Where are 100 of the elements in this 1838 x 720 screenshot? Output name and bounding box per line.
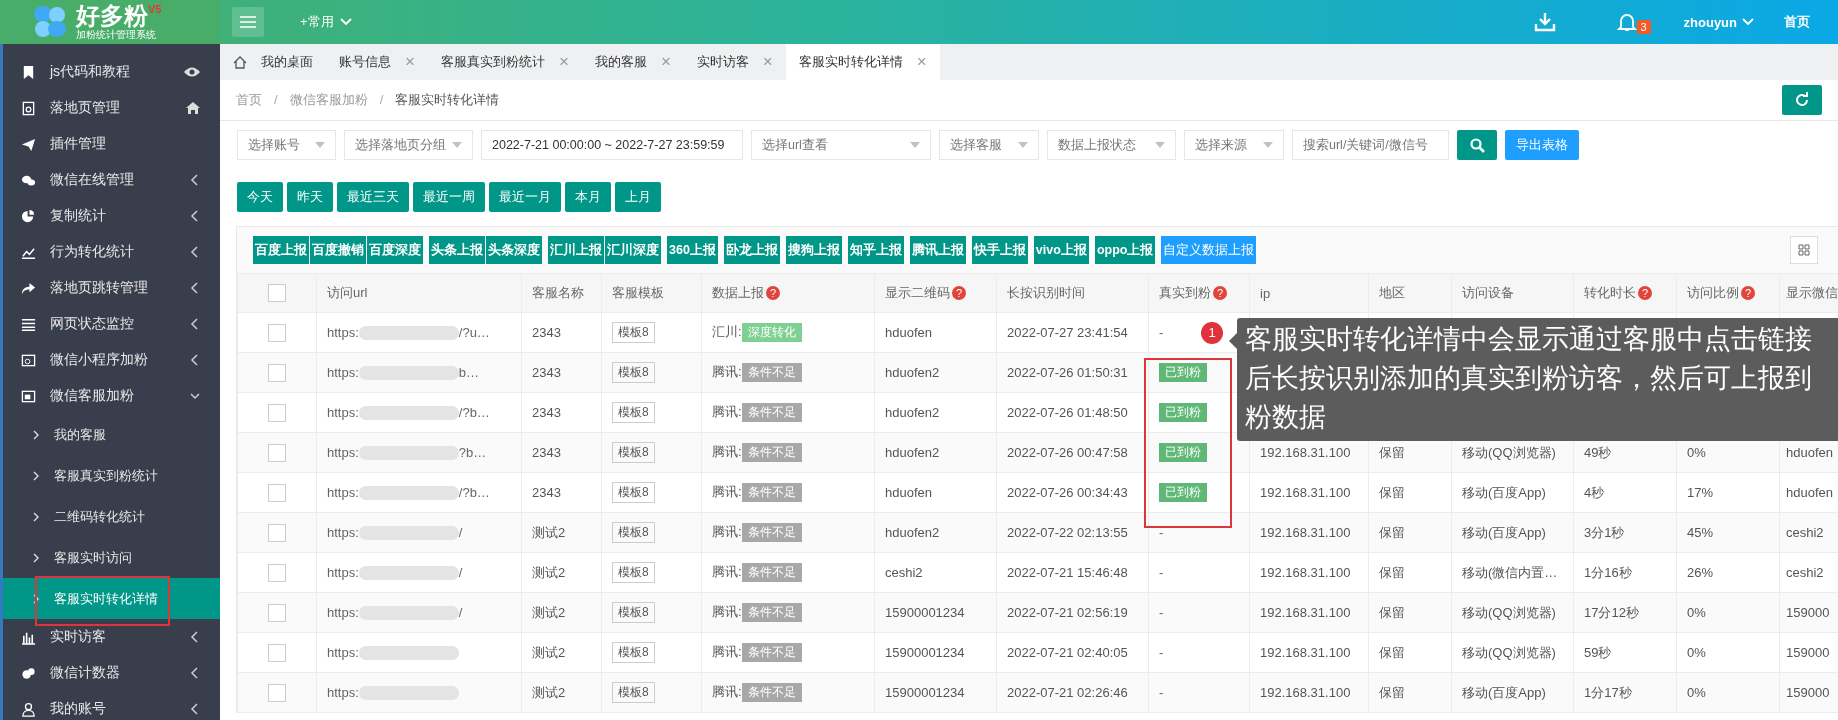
report-button[interactable]: 知乎上报 (847, 236, 904, 264)
table-cell: hduofen2 (874, 432, 997, 473)
sidebar-item[interactable]: 微信计数器 (3, 655, 220, 691)
report-button[interactable]: 头条深度 (486, 236, 542, 264)
close-icon[interactable]: × (916, 52, 927, 72)
sidebar-item[interactable]: 插件管理 (3, 126, 220, 162)
table-cell: 测试2 (521, 512, 602, 553)
sidebar-item[interactable]: 我的账号 (3, 691, 220, 720)
select-field[interactable]: 选择来源 (1184, 130, 1284, 160)
report-button[interactable]: 卧龙上报 (723, 236, 780, 264)
date-range-button[interactable]: 最近一月 (489, 182, 561, 212)
sidebar-item[interactable]: 网页状态监控 (3, 306, 220, 342)
tab[interactable]: 客服实时转化详情 × (785, 44, 940, 80)
column-header: 数据上报 (712, 285, 764, 300)
sidebar-item[interactable]: 微信小程序加粉 (3, 342, 220, 378)
column-header: 长按识别时间 (1007, 285, 1085, 300)
report-button[interactable]: 快手上报 (971, 236, 1028, 264)
tab[interactable]: 我的桌面 (220, 44, 326, 80)
report-button[interactable]: 头条上报 (429, 236, 485, 264)
platform-label: 腾讯: (712, 604, 742, 619)
help-icon[interactable]: ? (1638, 286, 1652, 300)
sidebar-subitem[interactable]: 我的客服 (3, 414, 220, 455)
table-cell: 4秒 (1573, 472, 1677, 513)
tab[interactable]: 我的客服 × (581, 44, 684, 80)
column-header: 访问设备 (1462, 285, 1514, 300)
breadcrumb-item[interactable]: 微信客服加粉 (289, 92, 368, 107)
template-tag: 模板8 (612, 402, 655, 423)
table-cell: 192.168.31.100 (1249, 632, 1369, 673)
column-header: 访问比例 (1687, 285, 1739, 300)
date-range-button[interactable]: 今天 (237, 182, 283, 212)
tab[interactable]: 客服真实到粉统计 × (427, 44, 582, 80)
table-cell: 59秒 (1573, 632, 1677, 673)
sidebar-subitem[interactable]: 客服真实到粉统计 (3, 455, 220, 496)
sidebar-item[interactable]: 落地页跳转管理 (3, 270, 220, 306)
sidebar-item[interactable]: 实时访客 (3, 619, 220, 655)
empty-value: - (1159, 565, 1164, 580)
report-button[interactable]: 自定义数据上报 (1161, 236, 1257, 264)
date-range-button[interactable]: 本月 (565, 182, 611, 212)
close-icon[interactable]: × (558, 52, 569, 72)
column-header: 客服名称 (532, 285, 584, 300)
help-icon[interactable]: ? (1741, 286, 1755, 300)
column-header: 转化时长 (1584, 285, 1636, 300)
tab[interactable]: 实时访客 × (683, 44, 786, 80)
report-button[interactable]: oppo上报 (1094, 236, 1156, 264)
home-link[interactable]: 首页 (1784, 13, 1810, 31)
report-button[interactable]: 搜狗上报 (785, 236, 842, 264)
date-range-button[interactable]: 昨天 (287, 182, 333, 212)
sidebar-item[interactable]: 行为转化统计 (3, 234, 220, 270)
report-button[interactable]: 百度撤销 (310, 236, 366, 264)
sidebar-item[interactable]: 落地页管理 (3, 90, 220, 126)
table-cell: 移动(微信内置… (1451, 552, 1574, 593)
date-range-button[interactable]: 最近一周 (413, 182, 485, 212)
select-field[interactable]: 数据上报状态 (1047, 130, 1176, 160)
table-cell: 3分1秒 (1573, 512, 1677, 553)
date-range-button[interactable]: 上月 (615, 182, 661, 212)
template-tag: 模板8 (612, 562, 655, 583)
table-cell: 保留 (1368, 552, 1452, 593)
platform-label: 腾讯: (712, 404, 742, 419)
date-range-field[interactable]: 2022-7-21 00:00:00 ~ 2022-7-27 23:59:59 (481, 130, 743, 160)
table-cell: 保留 (1368, 632, 1452, 673)
table-cell: 2022-07-21 02:26:46 (996, 672, 1149, 713)
user-menu[interactable]: zhouyun (1677, 13, 1760, 31)
breadcrumb-item[interactable]: 首页 (236, 92, 262, 107)
report-button[interactable]: 腾讯上报 (909, 236, 966, 264)
sidebar-item[interactable]: 复制统计 (3, 198, 220, 234)
close-icon[interactable]: × (405, 52, 415, 72)
sidebar-item[interactable]: js代码和教程 (3, 54, 220, 90)
sidebar-subitem[interactable]: 客服实时转化详情 (3, 578, 220, 619)
help-icon[interactable]: ? (1213, 286, 1227, 300)
table-cell: hduofen (874, 312, 997, 353)
table-cell: 15900001234 (874, 592, 997, 633)
sidebar-subitem[interactable]: 客服实时访问 (3, 537, 220, 578)
close-icon[interactable]: × (762, 52, 773, 72)
report-button[interactable]: 汇川上报 (548, 236, 604, 264)
tab[interactable]: 账号信息 × (326, 44, 428, 80)
help-icon[interactable]: ? (952, 286, 966, 300)
report-button[interactable]: 百度深度 (367, 236, 423, 264)
sidebar-subitem[interactable]: 二维码转化统计 (3, 496, 220, 537)
report-button[interactable]: 百度上报 (253, 236, 309, 264)
date-range-button[interactable]: 最近三天 (337, 182, 409, 212)
report-button[interactable]: vivo上报 (1033, 236, 1089, 264)
close-icon[interactable]: × (660, 52, 671, 72)
table-cell: 测试2 (521, 552, 602, 593)
report-button[interactable]: 汇川深度 (605, 236, 661, 264)
column-header: 客服模板 (612, 285, 664, 300)
sidebar-item[interactable]: 微信在线管理 (3, 162, 220, 198)
select-field[interactable]: 选择url查看 (751, 130, 931, 160)
search-field[interactable]: 搜索url/关键词/微信号 (1292, 130, 1449, 160)
select-field[interactable]: 选择账号 (237, 130, 336, 160)
help-icon[interactable]: ? (766, 286, 780, 300)
column-header: ip (1260, 285, 1271, 301)
table-cell: 移动(QQ浏览器) (1451, 632, 1574, 673)
report-button[interactable]: 360上报 (667, 236, 718, 264)
select-field[interactable]: 选择落地页分组 (344, 130, 473, 160)
export-button[interactable]: 导出表格 (1505, 130, 1579, 160)
table-cell: 17% (1676, 472, 1780, 513)
column-header: 地区 (1379, 285, 1405, 300)
select-field[interactable]: 选择客服 (939, 130, 1039, 160)
quick-menu[interactable]: +常用 (294, 12, 358, 32)
sidebar-item[interactable]: 微信客服加粉 (3, 378, 220, 414)
